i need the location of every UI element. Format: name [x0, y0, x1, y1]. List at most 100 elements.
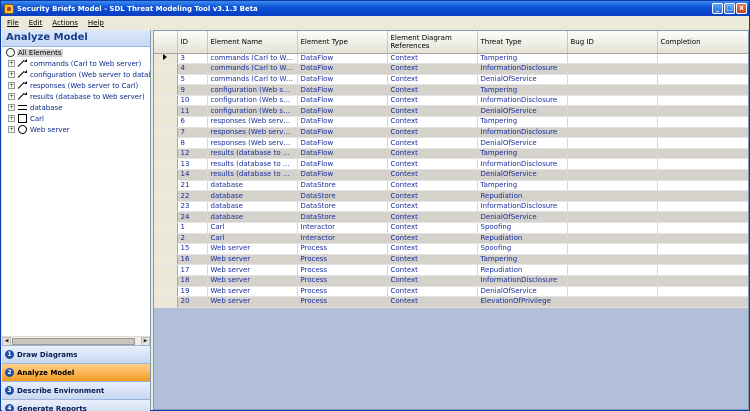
row-selector[interactable] — [154, 105, 178, 118]
table-cell[interactable] — [657, 63, 748, 75]
table-cell[interactable]: responses (Web server t... — [207, 116, 298, 128]
table-cell[interactable]: DataFlow — [297, 158, 388, 171]
tree-item[interactable]: + results (database to Web server) — [2, 91, 150, 102]
table-cell[interactable]: DataFlow — [297, 95, 388, 107]
table-cell[interactable]: DenialOfService — [477, 74, 568, 86]
tree-item[interactable]: + database — [2, 102, 150, 113]
table-cell[interactable]: Web server — [207, 264, 298, 276]
table-cell[interactable]: Process — [297, 254, 388, 266]
table-cell[interactable]: DataFlow — [297, 169, 388, 181]
table-cell[interactable]: results (database to We... — [207, 158, 298, 171]
table-cell[interactable]: Repudiation — [477, 233, 568, 245]
table-cell[interactable]: DenialOfService — [477, 286, 568, 298]
table-cell[interactable]: Context — [387, 286, 478, 298]
table-cell[interactable] — [567, 286, 658, 298]
tree-horizontal-scrollbar[interactable]: ◀ ▶ — [2, 336, 150, 346]
table-cell[interactable]: Context — [387, 190, 478, 202]
table-cell[interactable] — [567, 105, 658, 118]
table-row[interactable]: 15 Web server Process Context Spoofing — [154, 243, 748, 255]
row-selector[interactable] — [154, 127, 178, 139]
table-cell[interactable]: 9 — [177, 84, 208, 96]
table-cell[interactable] — [567, 127, 658, 139]
table-row[interactable]: 11 configuration (Web se... DataFlow Contex… — [154, 105, 748, 118]
row-selector[interactable] — [154, 286, 178, 298]
table-cell[interactable]: Web server — [207, 286, 298, 298]
table-row[interactable]: 19 Web server Process Context DenialOfServic… — [154, 286, 748, 298]
table-cell[interactable] — [567, 243, 658, 255]
table-cell[interactable]: Interactor — [297, 222, 388, 234]
table-cell[interactable]: Context — [387, 63, 478, 75]
table-cell[interactable]: 14 — [177, 169, 208, 181]
table-cell[interactable] — [657, 233, 748, 245]
table-cell[interactable]: Context — [387, 158, 478, 171]
table-row[interactable]: 3 commands (Carl to We... DataFlow Context T… — [154, 53, 748, 65]
table-cell[interactable]: Context — [387, 116, 478, 128]
table-cell[interactable] — [567, 201, 658, 213]
table-cell[interactable]: 8 — [177, 137, 208, 149]
column-header[interactable]: Completion — [657, 31, 748, 54]
table-row[interactable]: 18 Web server Process Context InformationDis… — [154, 275, 748, 287]
table-cell[interactable] — [657, 158, 748, 171]
row-selector[interactable] — [154, 148, 178, 160]
expand-icon[interactable]: + — [8, 115, 15, 122]
table-cell[interactable]: configuration (Web se... — [207, 95, 298, 107]
table-cell[interactable]: InformationDisclosure — [477, 127, 568, 139]
column-header[interactable]: Element Name — [207, 31, 298, 54]
table-cell[interactable]: Web server — [207, 254, 298, 266]
table-cell[interactable] — [657, 127, 748, 139]
table-cell[interactable]: InformationDisclosure — [477, 63, 568, 75]
table-cell[interactable]: InformationDisclosure — [477, 95, 568, 107]
table-cell[interactable]: 2 — [177, 233, 208, 245]
row-selector[interactable] — [154, 275, 178, 287]
table-cell[interactable]: responses (Web server t... — [207, 137, 298, 149]
table-cell[interactable] — [567, 95, 658, 107]
table-row[interactable]: 2 Carl Interactor Context Repudiation — [154, 233, 748, 245]
table-cell[interactable]: DataFlow — [297, 63, 388, 75]
nav-step-4[interactable]: 4 Generate Reports — [2, 399, 150, 411]
table-cell[interactable] — [657, 190, 748, 202]
table-cell[interactable]: Context — [387, 148, 478, 160]
table-cell[interactable]: 13 — [177, 158, 208, 171]
table-cell[interactable]: 19 — [177, 286, 208, 298]
table-row[interactable]: 21 database DataStore Context Tampering — [154, 180, 748, 192]
table-cell[interactable]: 3 — [177, 53, 208, 65]
table-cell[interactable]: Context — [387, 84, 478, 96]
table-cell[interactable] — [567, 53, 658, 65]
table-row[interactable]: 6 responses (Web server t... DataFlow Conte… — [154, 116, 748, 128]
table-cell[interactable]: 22 — [177, 190, 208, 202]
table-row[interactable]: 14 results (database to We... DataFlow Cont… — [154, 169, 748, 181]
table-cell[interactable]: Context — [387, 127, 478, 139]
table-cell[interactable]: 10 — [177, 95, 208, 107]
table-cell[interactable]: Repudiation — [477, 264, 568, 276]
row-selector[interactable] — [154, 243, 178, 255]
table-cell[interactable]: DataFlow — [297, 148, 388, 160]
table-cell[interactable] — [567, 254, 658, 266]
table-cell[interactable]: commands (Carl to We... — [207, 53, 298, 65]
table-row[interactable]: 17 Web server Process Context Repudiation — [154, 264, 748, 276]
tree-item[interactable]: + configuration (Web server to datab — [2, 69, 150, 80]
row-selector[interactable] — [154, 158, 178, 171]
table-cell[interactable]: DataFlow — [297, 84, 388, 96]
column-header[interactable]: Element Type — [297, 31, 388, 54]
table-cell[interactable]: Tampering — [477, 116, 568, 128]
table-cell[interactable]: results (database to We... — [207, 148, 298, 160]
table-cell[interactable]: 24 — [177, 211, 208, 223]
nav-step-1[interactable]: 1 Draw Diagrams — [2, 345, 150, 363]
menu-edit[interactable]: Edit — [29, 19, 43, 27]
table-cell[interactable]: Tampering — [477, 180, 568, 192]
table-cell[interactable]: database — [207, 201, 298, 213]
table-cell[interactable]: Web server — [207, 275, 298, 287]
table-cell[interactable]: Web server — [207, 296, 298, 308]
row-selector[interactable] — [154, 211, 178, 223]
table-cell[interactable]: DataStore — [297, 190, 388, 202]
table-cell[interactable]: 18 — [177, 275, 208, 287]
row-selector[interactable] — [154, 201, 178, 213]
table-cell[interactable]: Repudiation — [477, 190, 568, 202]
table-cell[interactable] — [567, 264, 658, 276]
table-cell[interactable]: Context — [387, 243, 478, 255]
table-cell[interactable]: Process — [297, 286, 388, 298]
table-cell[interactable]: Spoofing — [477, 243, 568, 255]
menu-file[interactable]: File — [7, 19, 19, 27]
table-cell[interactable]: commands (Carl to We... — [207, 74, 298, 86]
table-cell[interactable]: Process — [297, 264, 388, 276]
